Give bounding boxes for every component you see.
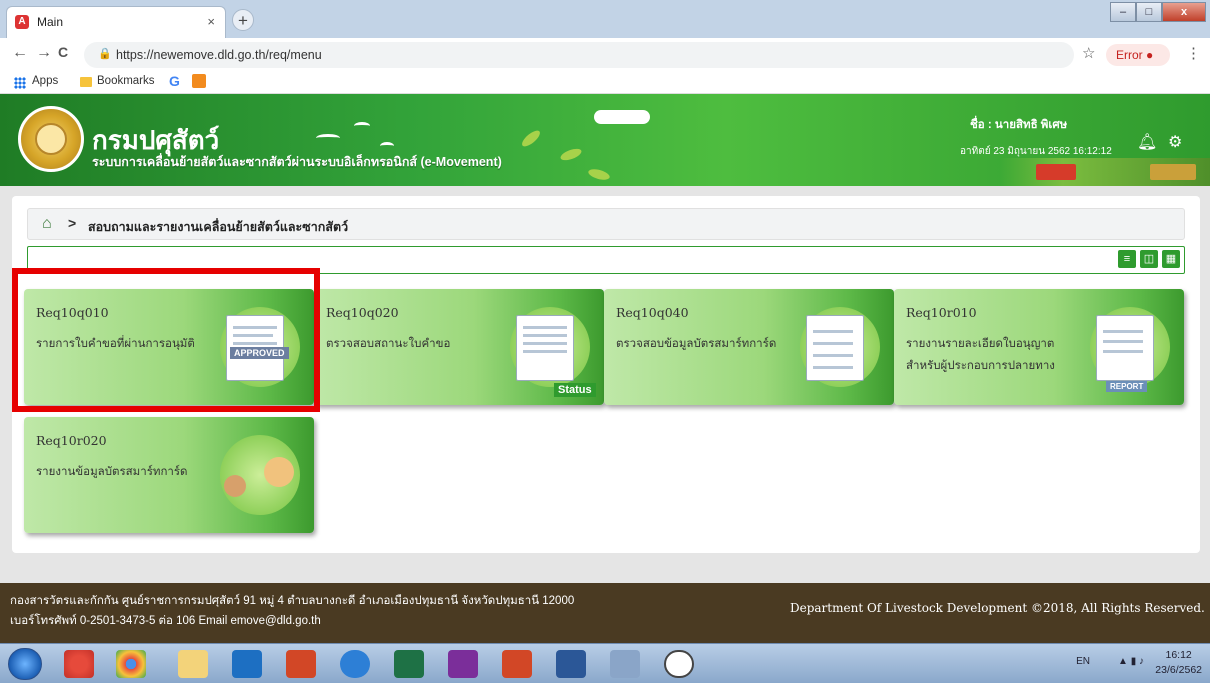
address-bar[interactable]: 🔒 https://newemove.dld.go.th/req/menu: [84, 42, 1074, 68]
pin-app-icon[interactable]: [64, 650, 94, 678]
card-name: ตรวจสอบข้อมูลบัตรสมาร์ทการ์ด: [616, 338, 777, 350]
bookmark-bookmarks[interactable]: Bookmarks: [97, 75, 155, 87]
status-document-icon: [516, 315, 574, 381]
clock-app-icon[interactable]: [664, 650, 694, 678]
browser-menu-icon[interactable]: ⋮: [1186, 44, 1201, 62]
clock-time: 16:12: [1165, 649, 1192, 661]
truck-icon: [1150, 164, 1196, 180]
report-label: REPORT: [1106, 381, 1148, 392]
notification-bell-icon[interactable]: 🔔︎: [1137, 132, 1157, 152]
bookmark-star-icon[interactable]: ☆: [1082, 44, 1095, 62]
back-button[interactable]: ←: [12, 44, 28, 62]
department-seal-logo: [18, 106, 84, 172]
card-code: Req10r010: [906, 305, 977, 320]
card-name: รายงานข้อมูลบัตรสมาร์ทการ์ด: [36, 466, 188, 478]
split-view-icon[interactable]: ◫: [1140, 250, 1158, 268]
site-footer: กองสารวัตรและกักกัน ศูนย์ราชการกรมปศุสัต…: [0, 583, 1210, 643]
card-code: Req10r020: [36, 433, 107, 448]
settings-gear-icon[interactable]: ⚙: [1168, 132, 1182, 152]
file-explorer-icon[interactable]: [178, 650, 208, 678]
truck-icon: [1036, 164, 1076, 180]
footer-contact: เบอร์โทรศัพท์ 0-2501-3473-5 ต่อ 106 Emai…: [10, 615, 321, 627]
trucks-decoration: [1000, 158, 1210, 186]
card-code: Req10q020: [326, 305, 399, 320]
breadcrumb: ⌂ > สอบถามและรายงานเคลื่อนย้ายสัตว์และซา…: [27, 208, 1185, 240]
browser-tab[interactable]: A Main ×: [6, 6, 226, 38]
powerpoint-icon[interactable]: [502, 650, 532, 678]
leaf-decoration-icon: [587, 167, 611, 182]
close-window-button[interactable]: x: [1162, 2, 1206, 22]
checklist-icon: [806, 315, 864, 381]
error-label: Error: [1116, 48, 1143, 62]
bird-decoration-icon: [316, 134, 340, 142]
internet-explorer-icon[interactable]: [340, 650, 370, 678]
start-button[interactable]: [8, 648, 42, 680]
person-avatar-icon: [264, 457, 294, 487]
outlook-icon[interactable]: [232, 650, 262, 678]
onenote-icon[interactable]: [448, 650, 478, 678]
new-tab-button[interactable]: +: [232, 9, 254, 31]
browser-toolbar: ← → C 🔒 https://newemove.dld.go.th/req/m…: [0, 38, 1210, 70]
leaf-decoration-icon: [519, 127, 543, 150]
breadcrumb-current: สอบถามและรายงานเคลื่อนย้ายสัตว์และซากสัต…: [88, 220, 349, 234]
browser-tabstrip: A Main × + – □ x: [0, 0, 1210, 38]
system-name: ระบบการเคลื่อนย้ายสัตว์และซากสัตว์ผ่านระ…: [92, 155, 502, 169]
card-name: รายงานรายละเอียดใบอนุญาตสำหรับผู้ประกอบก…: [906, 338, 1055, 372]
system-clock[interactable]: 16:12 23/6/2562: [1155, 648, 1202, 678]
maximize-button[interactable]: □: [1136, 2, 1162, 22]
bird-decoration-icon: [354, 122, 370, 130]
menu-card-req10q020[interactable]: Req10q020 ตรวจสอบสถานะใบคำขอ Status: [314, 289, 604, 405]
windows-taskbar: EN ▲ ▮ ♪ 16:12 23/6/2562: [0, 643, 1210, 683]
list-view-icon[interactable]: ≡: [1118, 250, 1136, 268]
fax-printer-icon[interactable]: [610, 650, 640, 678]
status-label: Status: [554, 383, 596, 397]
airplane-decoration-icon: [594, 110, 650, 124]
current-datetime: อาทิตย์ 23 มิถุนายน 2562 16:12:12: [960, 146, 1112, 157]
url-text[interactable]: https://newemove.dld.go.th/req/menu: [116, 48, 322, 62]
home-icon[interactable]: ⌂: [42, 215, 52, 233]
apps-grid-icon[interactable]: [14, 77, 26, 89]
language-indicator[interactable]: EN: [1076, 656, 1090, 667]
angular-favicon-icon: A: [15, 15, 29, 29]
minimize-button[interactable]: –: [1110, 2, 1136, 22]
user-name: ชื่อ : นายสิทธิ พิเศษ: [970, 119, 1068, 131]
leaf-decoration-icon: [559, 146, 583, 163]
bookmark-site-icon[interactable]: [192, 74, 206, 88]
forward-button[interactable]: →: [36, 44, 52, 62]
highlight-box: [12, 268, 320, 412]
lock-icon: 🔒: [98, 48, 112, 60]
tab-close-icon[interactable]: ×: [207, 14, 215, 29]
site-header-banner: กรมปศุสัตว์ ระบบการเคลื่อนย้ายสัตว์และซา…: [0, 94, 1210, 186]
footer-copyright: Department Of Livestock Development ©201…: [790, 601, 1205, 615]
grid-view-icon[interactable]: ▦: [1162, 250, 1180, 268]
menu-card-req10r020[interactable]: Req10r020 รายงานข้อมูลบัตรสมาร์ทการ์ด: [24, 417, 314, 533]
bookmarks-bar: Apps Bookmarks G: [0, 70, 1210, 94]
media-icon[interactable]: [286, 650, 316, 678]
word-icon[interactable]: [556, 650, 586, 678]
menu-card-req10q040[interactable]: Req10q040 ตรวจสอบข้อมูลบัตรสมาร์ทการ์ด: [604, 289, 894, 405]
window-controls: – □ x: [1110, 2, 1206, 22]
clock-date: 23/6/2562: [1155, 664, 1202, 676]
clipboard-report-icon: [1096, 315, 1154, 381]
bookmark-folder-icon: [80, 77, 92, 87]
google-bookmark-icon[interactable]: G: [169, 73, 180, 89]
person-avatar-icon: [224, 475, 246, 497]
chevron-right-icon: >: [68, 215, 77, 231]
excel-icon[interactable]: [394, 650, 424, 678]
profile-error-button[interactable]: Error ●: [1106, 44, 1170, 66]
tray-network-icon[interactable]: ▲ ▮ ♪: [1118, 656, 1144, 667]
tab-title: Main: [37, 15, 64, 29]
bird-decoration-icon: [380, 142, 394, 150]
reload-button[interactable]: C: [58, 44, 68, 60]
footer-address: กองสารวัตรและกักกัน ศูนย์ราชการกรมปศุสัต…: [10, 595, 575, 607]
chrome-icon[interactable]: [116, 650, 146, 678]
bookmark-apps[interactable]: Apps: [32, 75, 58, 87]
menu-card-req10r010[interactable]: Req10r010 รายงานรายละเอียดใบอนุญาตสำหรับ…: [894, 289, 1184, 405]
card-code: Req10q040: [616, 305, 689, 320]
page-body: ⌂ > สอบถามและรายงานเคลื่อนย้ายสัตว์และซา…: [0, 186, 1210, 583]
card-name: ตรวจสอบสถานะใบคำขอ: [326, 338, 451, 350]
